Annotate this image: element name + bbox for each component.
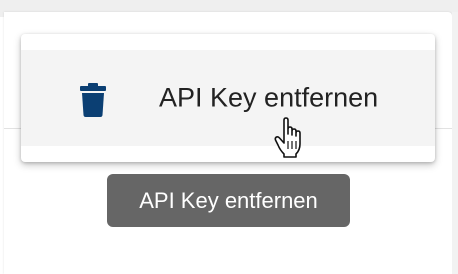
hand-pointer-icon bbox=[274, 117, 301, 158]
trash-icon bbox=[79, 83, 107, 117]
menu-item-remove-api-key[interactable]: API Key entfernen bbox=[21, 50, 435, 146]
tooltip-text: API Key entfernen bbox=[139, 187, 318, 213]
page-scroll-edge bbox=[452, 12, 458, 274]
context-menu: API Key entfernen bbox=[21, 34, 435, 162]
menu-item-label: API Key entfernen bbox=[159, 82, 379, 113]
tooltip: API Key entfernen bbox=[107, 174, 350, 227]
